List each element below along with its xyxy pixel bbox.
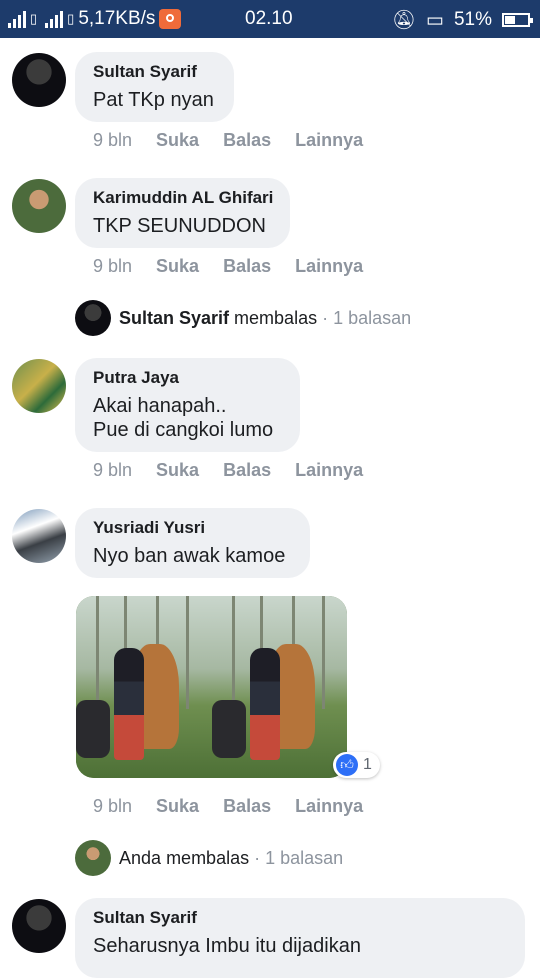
reply-summary[interactable]: Anda membalas · 1 balasan [75,840,343,876]
reply-summary[interactable]: Sultan Syarif membalas · 1 balasan [75,300,411,336]
comment-actions: 9 bln Suka Balas Lainnya [93,796,387,817]
photo-panel [211,596,347,778]
comment-author[interactable]: Yusriadi Yusri [93,518,292,538]
like-button[interactable]: Suka [156,796,199,817]
reply-author: Anda [119,847,162,868]
comment-actions: 9 bln Suka Balas Lainnya [93,130,387,151]
mute-icon: 🔕︎ [391,10,417,31]
person-figure [249,648,280,760]
comment-text-line: Pue di cangkoi lumo [93,419,274,441]
motorcycle-figure [76,700,110,758]
motorcycle-figure [211,700,246,758]
reply-author: Sultan Syarif [119,307,230,328]
comment-bubble[interactable]: Sultan Syarif Seharusnya Imbu itu dijadi… [75,898,525,978]
like-button[interactable]: Suka [156,460,199,481]
sim-icon: ▯ [30,11,38,26]
cast-icon: ▭ [426,9,444,31]
comment-time: 9 bln [93,130,133,150]
comment-bubble[interactable]: Sultan Syarif Pat TKp nyan [75,52,234,122]
reply-count: · 1 balasan [322,307,412,328]
avatar[interactable] [12,509,66,563]
screen-record-icon [159,9,182,29]
battery-icon [502,13,533,27]
avatar [75,840,111,876]
comment-bubble[interactable]: Yusriadi Yusri Nyo ban awak kamoe [75,508,310,578]
photo-panel [76,596,212,778]
avatar[interactable] [12,179,66,233]
like-button[interactable]: Suka [156,256,199,277]
reply-button[interactable]: Balas [223,256,271,277]
comment-text-line: Akai hanapah.. [93,395,227,417]
reply-button[interactable]: Balas [223,460,271,481]
comment-time: 9 bln [93,796,133,816]
comment-photo[interactable] [76,596,347,778]
comment-actions: 9 bln Suka Balas Lainnya [93,256,387,277]
network-speed: 5,17KB/s [78,8,156,29]
status-bar: ▯ ▯ 5,17KB/s 02.10 🔕︎ ▭ 51% [0,0,540,38]
reply-verb: membalas [166,847,250,868]
reply-verb: membalas [234,307,318,328]
comment-actions: 9 bln Suka Balas Lainnya [93,460,387,481]
like-button[interactable]: Suka [156,130,199,151]
like-count: 1 [363,756,372,773]
comment-bubble[interactable]: Putra Jaya Akai hanapah.. Pue di cangkoi… [75,358,300,452]
more-button[interactable]: Lainnya [295,796,363,817]
thumbs-up-icon: 👍︎ [336,754,358,776]
more-button[interactable]: Lainnya [295,130,363,151]
avatar[interactable] [12,899,66,953]
reply-count: · 1 balasan [254,847,344,868]
comment-text: Nyo ban awak kamoe [93,545,286,567]
sim2-icon: ▯ [67,11,75,26]
reply-button[interactable]: Balas [223,796,271,817]
comment-bubble[interactable]: Karimuddin AL Ghifari TKP SEUNUDDON [75,178,290,248]
comment-time: 9 bln [93,256,133,276]
comment-text: Pat TKp nyan [93,89,214,111]
comment-author[interactable]: Putra Jaya [93,368,282,388]
signal-icon [8,10,26,28]
battery-percent: 51% [453,9,492,30]
avatar[interactable] [12,53,66,107]
more-button[interactable]: Lainnya [295,460,363,481]
comment-time: 9 bln [93,460,133,480]
signal-2-icon [45,10,64,28]
comment-author[interactable]: Sultan Syarif [93,908,507,928]
comment-text: TKP SEUNUDDON [93,215,266,237]
reaction-count[interactable]: 👍︎ 1 [333,752,380,778]
clock: 02.10 [245,8,293,29]
person-figure [114,648,144,760]
comment-author[interactable]: Sultan Syarif [93,62,216,82]
avatar[interactable] [12,359,66,413]
avatar [75,300,111,336]
comment-text: Seharusnya Imbu itu dijadikan [93,935,361,957]
comment-author[interactable]: Karimuddin AL Ghifari [93,188,273,208]
more-button[interactable]: Lainnya [295,256,363,277]
reply-button[interactable]: Balas [223,130,271,151]
